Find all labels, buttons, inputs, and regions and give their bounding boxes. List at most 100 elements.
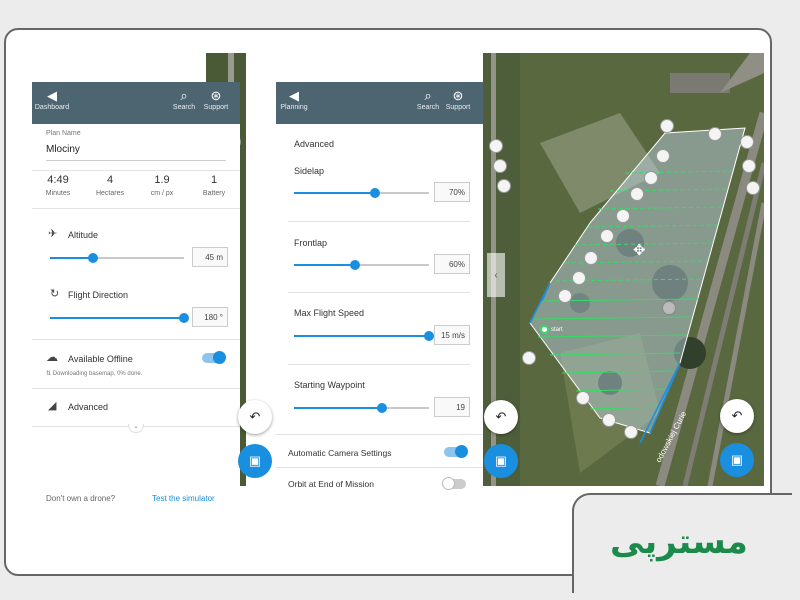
starting-waypoint-label: Starting Waypoint: [294, 380, 365, 390]
frontlap-slider[interactable]: [294, 260, 429, 270]
flight-map[interactable]: odowskiej Curie ✥ start ↶ ▣: [520, 53, 764, 486]
max-flight-speed-slider[interactable]: [294, 331, 434, 341]
save-icon: ▣: [730, 452, 744, 467]
waypoint-marker[interactable]: [493, 159, 507, 173]
sidelap-slider[interactable]: [294, 188, 429, 198]
direction-value-input[interactable]: 180 °: [192, 307, 228, 327]
altitude-slider[interactable]: [50, 253, 184, 263]
flight-direction-slider[interactable]: [50, 313, 189, 323]
support-label: Support: [445, 104, 471, 111]
slider-handle[interactable]: [370, 188, 380, 198]
divider: [32, 208, 240, 209]
undo-button[interactable]: ↶: [484, 400, 518, 434]
waypoint-marker[interactable]: [576, 391, 590, 405]
plan-name-input[interactable]: Mlociny: [46, 144, 80, 155]
waypoint-marker[interactable]: [600, 229, 614, 243]
undo-button[interactable]: ↶: [238, 400, 272, 434]
advanced-panel: ◀ Planning ⌕ Search ⊛ Support Advanced S…: [276, 82, 483, 515]
chevron-left-icon: ◀: [289, 88, 299, 103]
save-button[interactable]: ▣: [238, 444, 272, 478]
save-button[interactable]: ▣: [720, 443, 754, 477]
waypoint-marker[interactable]: [584, 251, 598, 265]
search-button[interactable]: ⌕ Search: [166, 88, 202, 111]
no-drone-text: Don't own a drone?: [46, 494, 116, 503]
undo-button[interactable]: ↶: [720, 399, 754, 433]
waypoint-marker[interactable]: [660, 119, 674, 133]
stat-label: Hectares: [95, 190, 124, 197]
mission-stats: 4:49 Minutes 4 Hectares 1.9 cm / px 1 Ba…: [32, 174, 240, 197]
sidelap-label: Sidelap: [294, 166, 325, 176]
support-button[interactable]: ⊛ Support: [198, 88, 234, 111]
waypoint-marker[interactable]: [616, 209, 630, 223]
altitude-value-input[interactable]: 45 m: [192, 247, 228, 267]
plan-name-label: Plan Name: [46, 130, 81, 137]
divider: [288, 221, 470, 222]
start-marker[interactable]: start: [540, 325, 563, 334]
stat-value: 1: [210, 174, 218, 186]
max-flight-speed-value-input[interactable]: 15 m/s: [434, 325, 470, 345]
waypoint-marker[interactable]: [489, 139, 503, 153]
waypoint-marker[interactable]: [572, 271, 586, 285]
expand-chevron[interactable]: ⌄: [128, 424, 144, 433]
waypoint-marker[interactable]: [742, 159, 756, 173]
search-label: Search: [172, 104, 196, 111]
stat-label: cm / px: [150, 190, 174, 197]
stat-value: 1.9: [154, 174, 170, 186]
waypoint-marker[interactable]: [558, 289, 572, 303]
advanced-header: Advanced: [294, 139, 335, 149]
search-label: Search: [416, 104, 440, 111]
waypoint-marker[interactable]: [522, 351, 536, 365]
support-button[interactable]: ⊛ Support: [440, 88, 476, 111]
frontlap-value-input[interactable]: 60%: [434, 254, 470, 274]
waypoint-marker[interactable]: [746, 181, 760, 195]
slider-handle[interactable]: [424, 331, 434, 341]
waypoint-marker[interactable]: [497, 179, 511, 193]
slider-handle[interactable]: [349, 260, 360, 270]
slider-handle[interactable]: [87, 253, 98, 263]
stat-label: Minutes: [45, 190, 71, 197]
undo-icon: ↶: [731, 408, 743, 423]
save-button[interactable]: ▣: [484, 444, 518, 478]
stat-value: 4: [106, 174, 114, 186]
starting-waypoint-slider[interactable]: [294, 403, 429, 413]
waypoint-marker[interactable]: [656, 149, 670, 163]
planning-back-button[interactable]: ◀ Planning: [276, 88, 312, 111]
chevron-left-icon: ‹: [494, 269, 498, 281]
move-icon[interactable]: ✥: [633, 241, 646, 259]
mission-panel: ◀ Dashboard ⌕ Search ⊛ Support Plan Name…: [32, 82, 240, 515]
orbit-end-label: Orbit at End of Mission: [288, 479, 374, 489]
waypoint-marker[interactable]: [624, 425, 638, 439]
logo-text: مسترپی: [610, 522, 749, 562]
orbit-end-toggle[interactable]: [442, 477, 466, 490]
divider: [32, 339, 240, 340]
auto-camera-settings-label: Automatic Camera Settings: [288, 448, 392, 458]
simulator-link[interactable]: Test the simulator: [152, 494, 215, 503]
expand-panel-tab[interactable]: ‹: [487, 253, 505, 297]
starting-waypoint-value-input[interactable]: 19: [434, 397, 470, 417]
sidelap-value-input[interactable]: 70%: [434, 182, 470, 202]
max-flight-speed-label: Max Flight Speed: [294, 308, 365, 318]
slider-handle[interactable]: [179, 313, 189, 323]
cloud-download-icon: ☁: [46, 350, 58, 364]
available-offline-toggle[interactable]: [202, 351, 226, 364]
offline-status-text: Downloading basemap, 0% done.: [52, 371, 143, 377]
auto-camera-settings-toggle[interactable]: [444, 445, 468, 458]
divider: [288, 364, 470, 365]
flight-direction-label: Flight Direction: [68, 290, 129, 300]
waypoint-marker[interactable]: [644, 171, 658, 185]
undo-icon: ↶: [249, 409, 261, 424]
back-label: Dashboard: [34, 104, 70, 111]
waypoint-marker[interactable]: [662, 301, 676, 315]
waypoint-marker[interactable]: [602, 413, 616, 427]
altitude-label: Altitude: [68, 230, 99, 240]
chevron-down-icon: ⌄: [133, 424, 139, 430]
stat-value: 4:49: [47, 174, 69, 186]
advanced-label[interactable]: Advanced: [68, 402, 108, 412]
slider-handle[interactable]: [376, 403, 387, 413]
waypoint-marker[interactable]: [630, 187, 644, 201]
waypoint-marker[interactable]: [740, 135, 754, 149]
frontlap-label: Frontlap: [294, 238, 328, 248]
dashboard-back-button[interactable]: ◀ Dashboard: [34, 88, 70, 111]
waypoint-marker[interactable]: [708, 127, 722, 141]
panel-header: ◀ Planning ⌕ Search ⊛ Support: [276, 82, 483, 124]
